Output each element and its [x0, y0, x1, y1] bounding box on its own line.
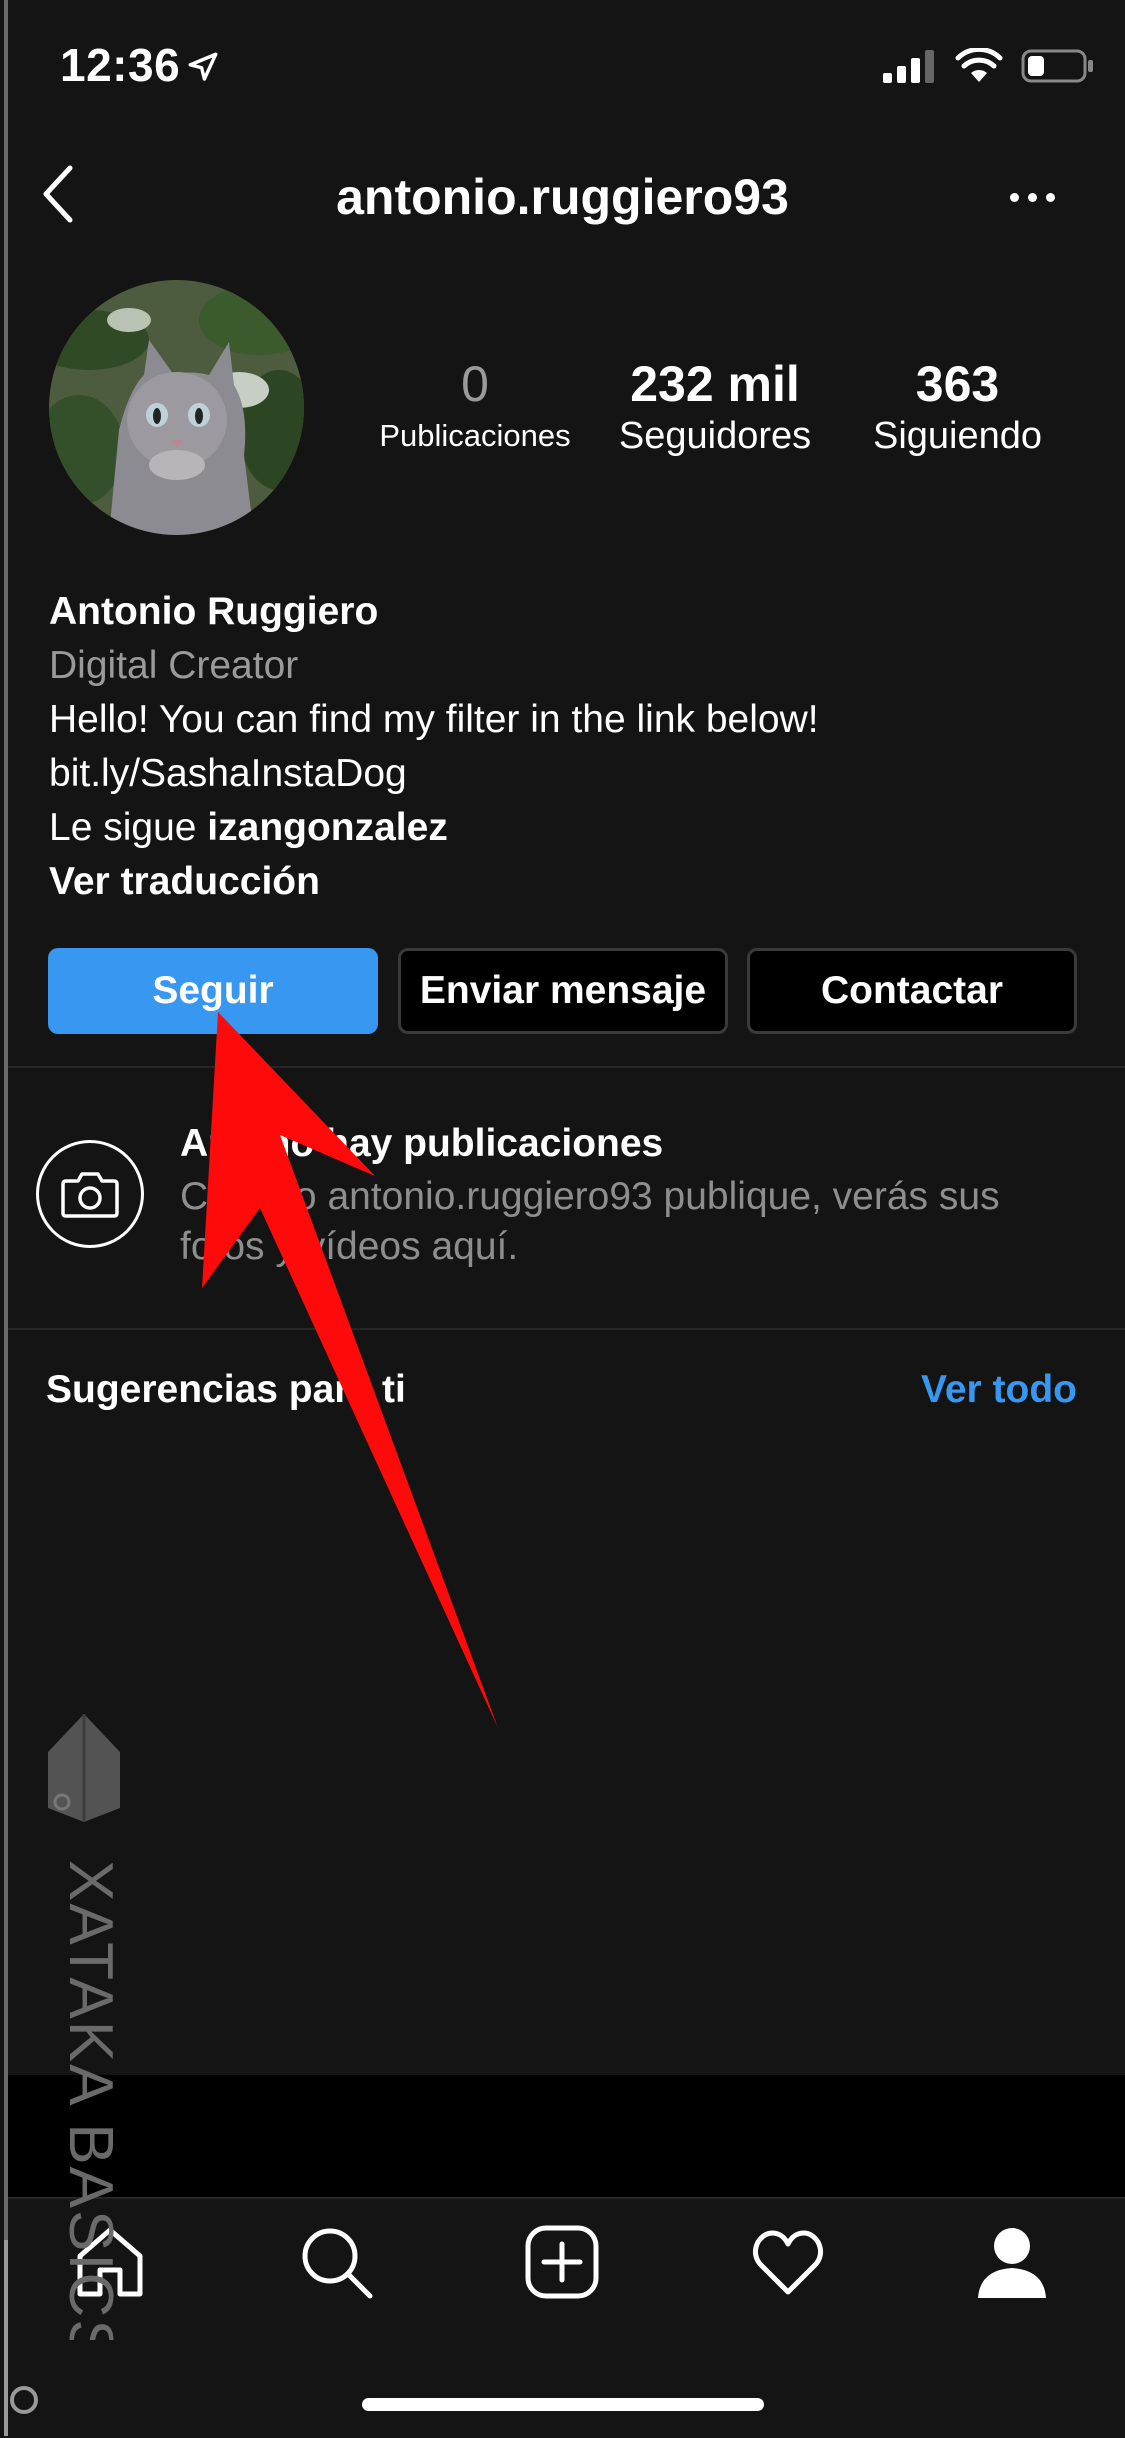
status-icons	[881, 48, 1095, 84]
tab-create[interactable]	[522, 2222, 602, 2302]
stat-following[interactable]: 363 Siguiendo	[850, 355, 1065, 459]
contact-button[interactable]: Contactar	[747, 948, 1077, 1034]
profile-username-title: antonio.ruggiero93	[336, 169, 789, 225]
suggestions-title: Sugerencias para ti	[46, 1368, 406, 1411]
divider	[8, 1328, 1125, 1330]
empty-posts-description: Cuando antonio.ruggiero93 publique, verá…	[180, 1175, 1000, 1268]
profile-category: Digital Creator	[49, 644, 299, 687]
search-icon	[302, 2228, 373, 2299]
followed-by[interactable]: Le sigue izangonzalez	[49, 801, 1089, 855]
follow-button[interactable]: Seguir	[48, 948, 378, 1034]
battery-icon	[1021, 49, 1093, 83]
stat-posts: 0 Publicaciones	[360, 355, 590, 459]
stat-posts-value: 0	[461, 356, 489, 412]
empty-posts-title: Aún no hay publicaciones	[180, 1122, 664, 1165]
watermark-knob	[4, 2380, 48, 2420]
profile-name: Antonio Ruggiero	[49, 590, 379, 633]
left-edge-line	[4, 0, 8, 2240]
heart-icon	[752, 2230, 824, 2295]
stat-followers-value: 232 mil	[630, 356, 800, 412]
signal-icon	[883, 50, 934, 83]
bio-link[interactable]: bit.ly/SashaInstaDog	[49, 747, 1089, 801]
followed-by-prefix: Le sigue	[49, 806, 208, 849]
stat-followers[interactable]: 232 mil Seguidores	[600, 355, 830, 459]
camera-circle	[36, 1140, 144, 1248]
more-options-button[interactable]	[1010, 182, 1070, 212]
divider	[8, 1066, 1125, 1068]
profile-bio: Antonio Ruggiero Digital Creator Hello! …	[49, 585, 1089, 909]
profile-icon	[978, 2228, 1046, 2298]
watermark-text-label: XATAKA BASICS	[56, 1860, 125, 2340]
bio-text: Hello! You can find my filter in the lin…	[49, 698, 819, 741]
stat-following-value: 363	[915, 356, 1000, 412]
see-translation-link[interactable]: Ver traducción	[49, 855, 1089, 909]
tab-search[interactable]	[296, 2222, 376, 2302]
stat-followers-label: Seguidores	[618, 415, 812, 457]
tab-profile[interactable]	[972, 2222, 1052, 2302]
more-icon	[1010, 192, 1019, 202]
followed-by-user[interactable]: izangonzalez	[207, 806, 448, 849]
location-arrow-icon	[186, 50, 220, 89]
tab-activity[interactable]	[748, 2222, 828, 2302]
watermark-logo	[44, 1712, 124, 1827]
see-all-link[interactable]: Ver todo	[921, 1368, 1077, 1412]
stat-following-label: Siguiendo	[872, 415, 1043, 457]
send-message-button[interactable]: Enviar mensaje	[398, 948, 728, 1034]
wifi-icon	[955, 48, 1003, 82]
camera-icon	[61, 1172, 119, 1218]
home-indicator[interactable]	[362, 2398, 764, 2411]
profile-avatar[interactable]	[49, 280, 304, 535]
watermark-text: XATAKA BASICS	[40, 1860, 130, 2363]
stat-posts-label: Publicaciones	[379, 418, 571, 453]
add-icon	[525, 2225, 599, 2299]
status-time: 12:36	[60, 39, 181, 91]
content-bottom-band	[8, 2075, 1125, 2197]
